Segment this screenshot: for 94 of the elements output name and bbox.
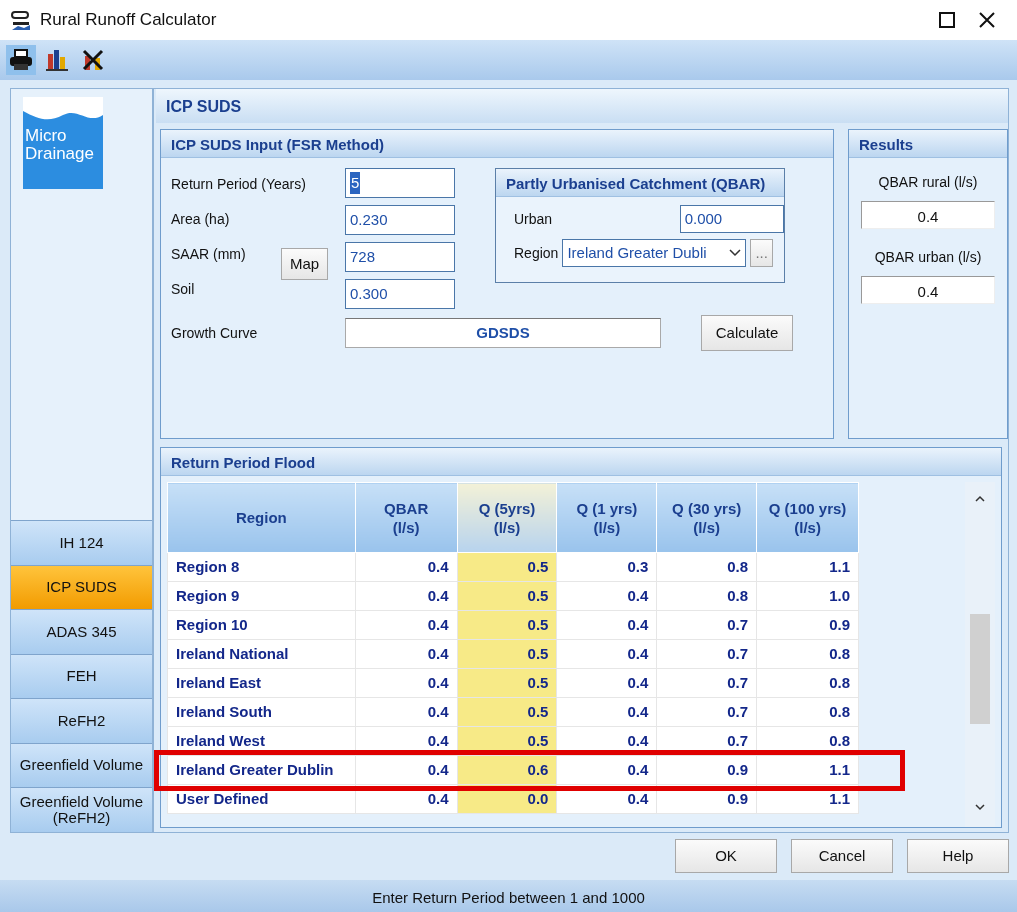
table-cell: 0.7 xyxy=(656,639,757,669)
table-cell: 0.5 xyxy=(457,697,557,727)
table-cell: 0.8 xyxy=(756,668,859,698)
dialog-button[interactable]: OK xyxy=(675,839,777,874)
column-header[interactable]: Q (30 yrs) (l/s) xyxy=(656,482,757,553)
region-dropdown[interactable]: Ireland Greater Dubli xyxy=(562,239,747,267)
table-cell: 0.8 xyxy=(656,552,757,582)
table-cell: Ireland South xyxy=(167,697,356,727)
sidebar-tab[interactable]: FEH xyxy=(11,653,152,699)
table-cell: 1.1 xyxy=(756,755,859,785)
table-cell: 0.9 xyxy=(756,610,859,640)
table-cell: 0.9 xyxy=(656,755,757,785)
group-title: Results xyxy=(849,130,1007,158)
table-cell: Region 9 xyxy=(167,581,356,611)
table-cell: 0.8 xyxy=(756,697,859,727)
sidebar-tab[interactable]: ICP SUDS xyxy=(11,564,152,610)
result-label: QBAR rural (l/s) xyxy=(877,173,979,192)
result-label: QBAR urban (l/s) xyxy=(873,248,983,267)
input-field[interactable]: 0.230 xyxy=(345,205,455,235)
table-cell: Region 10 xyxy=(167,610,356,640)
table-cell: Ireland Greater Dublin xyxy=(167,755,356,785)
app-icon xyxy=(10,8,32,32)
table-cell: 0.4 xyxy=(355,668,458,698)
table-cell: 0.4 xyxy=(355,581,458,611)
table-cell: 0.4 xyxy=(355,755,458,785)
input-field[interactable]: 0.300 xyxy=(345,279,455,309)
table-cell: 0.5 xyxy=(457,581,557,611)
window-title: Rural Runoff Calculator xyxy=(40,9,217,32)
field-label: Region xyxy=(514,243,559,263)
result-field: 0.4 xyxy=(861,276,995,304)
table-cell: 0.6 xyxy=(457,755,557,785)
table-cell: 0.4 xyxy=(556,581,657,611)
dialog-button[interactable]: Help xyxy=(907,839,1009,874)
table-cell: Ireland East xyxy=(167,668,356,698)
calculate-button[interactable]: Calculate xyxy=(701,315,793,351)
chevron-down-icon xyxy=(729,249,742,257)
table-cell: 0.7 xyxy=(656,668,757,698)
column-header[interactable]: Region xyxy=(167,482,356,553)
table-cell: 0.4 xyxy=(355,697,458,727)
growth-curve-field: GDSDS xyxy=(345,318,661,348)
table-cell: 0.7 xyxy=(656,697,757,727)
group-title: Return Period Flood xyxy=(161,448,1001,476)
table-cell: 0.5 xyxy=(457,610,557,640)
table-cell: 0.4 xyxy=(556,639,657,669)
table-cell: 0.8 xyxy=(656,581,757,611)
table-cell: 0.5 xyxy=(457,639,557,669)
result-field: 0.4 xyxy=(861,201,995,229)
table-cell: 0.7 xyxy=(656,610,757,640)
table-cell: 0.4 xyxy=(355,639,458,669)
column-header[interactable]: Q (1 yrs) (l/s) xyxy=(556,482,657,553)
table-cell: 0.4 xyxy=(355,610,458,640)
browse-button[interactable]: ... xyxy=(750,239,773,267)
field-label: Area (ha) xyxy=(171,210,230,229)
printer-icon[interactable] xyxy=(6,45,36,75)
field-label: Soil xyxy=(171,280,195,299)
input-field[interactable]: 728 xyxy=(345,242,455,272)
group-title: ICP SUDS Input (FSR Method) xyxy=(161,130,833,158)
table-cell: 1.0 xyxy=(756,581,859,611)
sidebar-tab[interactable]: Greenfield Volume xyxy=(11,742,152,788)
close-icon xyxy=(979,12,995,28)
map-button[interactable]: Map xyxy=(281,248,329,280)
sidebar-tab[interactable]: ReFH2 xyxy=(11,698,152,743)
table-cell: 0.8 xyxy=(756,639,859,669)
field-label: Return Period (Years) xyxy=(171,175,306,194)
field-label: SAAR (mm) xyxy=(171,245,246,264)
scrollbar-thumb[interactable] xyxy=(970,614,990,724)
field-label: Growth Curve xyxy=(171,323,259,343)
table-cell: 0.3 xyxy=(556,552,657,582)
column-header[interactable]: QBAR (l/s) xyxy=(355,482,458,553)
field-label: Urban xyxy=(514,209,554,229)
sidebar-tab[interactable]: ADAS 345 xyxy=(11,609,152,654)
table-cell: 0.5 xyxy=(457,552,557,582)
table-cell: Ireland National xyxy=(167,639,356,669)
sidebar-tab[interactable]: Greenfield Volume (ReFH2) xyxy=(11,787,152,832)
scrollbar[interactable] xyxy=(965,482,995,827)
urban-field[interactable]: 0.000 xyxy=(679,205,784,233)
column-header[interactable]: Q (5yrs) (l/s) xyxy=(457,482,557,553)
table-cell: 0.4 xyxy=(556,668,657,698)
dialog-button[interactable]: Cancel xyxy=(791,839,893,874)
table-cell: 0.4 xyxy=(556,755,657,785)
column-header[interactable]: Q (100 yrs) (l/s) xyxy=(756,482,859,553)
input-field[interactable]: 5 xyxy=(345,168,455,198)
table-cell: 0.4 xyxy=(556,697,657,727)
table-cell: 0.4 xyxy=(556,610,657,640)
table-cell: Region 8 xyxy=(167,552,356,582)
status-bar: Enter Return Period between 1 and 1000 xyxy=(0,880,1017,912)
logo: Micro Drainage xyxy=(23,97,103,189)
table-cell: 1.1 xyxy=(756,552,859,582)
table-cell: 0.5 xyxy=(457,668,557,698)
group-title: Partly Urbanised Catchment (QBAR) xyxy=(496,169,784,197)
page-title: ICP SUDS xyxy=(156,89,1008,123)
maximize-icon xyxy=(939,12,955,28)
sidebar-tab[interactable]: IH 124 xyxy=(11,520,152,565)
table-cell: 0.4 xyxy=(355,552,458,582)
